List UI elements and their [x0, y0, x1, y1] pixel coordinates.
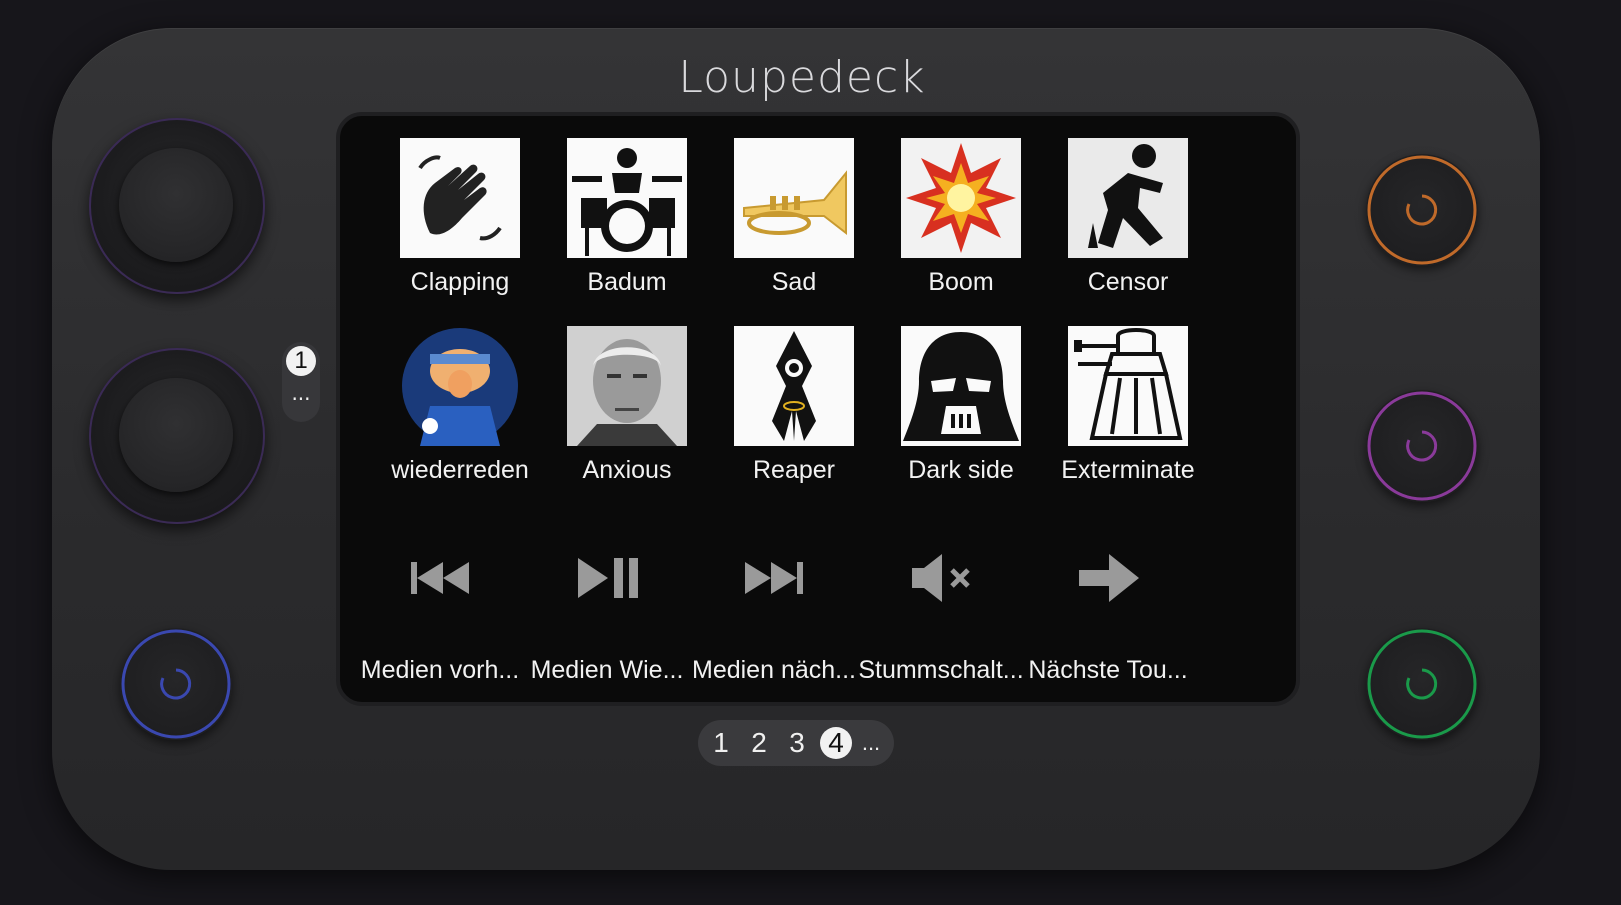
- tile-label: Clapping: [410, 268, 510, 296]
- page-4-button[interactable]: 4: [820, 727, 852, 759]
- control-label: Medien vorh...: [360, 656, 520, 684]
- portrait-photo-icon: [567, 326, 687, 446]
- mute-icon: [856, 548, 1026, 608]
- tile-exterminate[interactable]: Exterminate: [1048, 326, 1208, 485]
- explosion-icon: [901, 138, 1021, 258]
- control-label: Stummschalt...: [858, 656, 1024, 684]
- darth-vader-icon: [901, 326, 1021, 446]
- control-label: Nächste Tou...: [1028, 656, 1188, 684]
- touch-screen: Clapping Badum Sad Boom Censor wiederred…: [336, 112, 1300, 706]
- left-knob-middle[interactable]: [89, 348, 265, 524]
- reaper-ship-icon: [734, 326, 854, 446]
- tile-wiederreden[interactable]: wiederreden: [380, 326, 540, 485]
- tile-label: Anxious: [582, 456, 672, 484]
- tile-label: Reaper: [753, 456, 835, 484]
- tile-clapping[interactable]: Clapping: [380, 138, 540, 297]
- knob-cap: [119, 378, 233, 492]
- tile-badum[interactable]: Badum: [547, 138, 707, 297]
- trumpet-icon: [734, 138, 854, 258]
- right-round-button-top[interactable]: [1366, 154, 1478, 266]
- tile-censor[interactable]: Censor: [1048, 138, 1208, 297]
- button-ring-icon: [1367, 629, 1477, 739]
- button-ring-icon: [1367, 391, 1477, 501]
- next-track-icon: [689, 548, 859, 608]
- tile-sad[interactable]: Sad: [714, 138, 874, 297]
- tile-boom[interactable]: Boom: [881, 138, 1041, 297]
- left-round-button[interactable]: [120, 628, 232, 740]
- tile-reaper[interactable]: Reaper: [714, 326, 874, 485]
- previous-track-icon: [355, 548, 525, 608]
- side-page-number: 1: [286, 346, 316, 376]
- play-pause-icon: [522, 548, 692, 608]
- button-ring-icon: [1367, 155, 1477, 265]
- page-3-button[interactable]: 3: [786, 726, 808, 760]
- tile-label: Censor: [1087, 268, 1169, 296]
- control-next-touch[interactable]: Nächste Tou...: [1023, 548, 1193, 685]
- control-label: Medien näch...: [692, 656, 856, 684]
- side-page-more: ...: [291, 381, 311, 405]
- right-round-button-bottom[interactable]: [1366, 628, 1478, 740]
- knob-cap: [119, 148, 233, 262]
- censor-figure-icon: [1068, 138, 1188, 258]
- left-knob-top[interactable]: [89, 118, 265, 294]
- side-page-indicator[interactable]: 1 ...: [282, 342, 320, 422]
- control-label: Medien Wie...: [530, 656, 684, 684]
- tile-label: Badum: [587, 268, 667, 296]
- page-2-button[interactable]: 2: [748, 726, 770, 760]
- dalek-icon: [1068, 326, 1188, 446]
- tile-label: Exterminate: [1061, 456, 1195, 484]
- tile-label: Sad: [771, 268, 817, 296]
- tile-label: Boom: [928, 268, 994, 296]
- control-mute[interactable]: Stummschalt...: [856, 548, 1026, 685]
- tile-dark-side[interactable]: Dark side: [881, 326, 1041, 485]
- control-next[interactable]: Medien näch...: [689, 548, 859, 685]
- control-play-pause[interactable]: Medien Wie...: [522, 548, 692, 685]
- clapping-hands-icon: [400, 138, 520, 258]
- page-selector: 1 2 3 4 ...: [698, 720, 894, 766]
- tile-label: Dark side: [908, 456, 1014, 484]
- arrow-right-icon: [1023, 548, 1193, 608]
- control-previous[interactable]: Medien vorh...: [355, 548, 525, 685]
- cartoon-avatar-icon: [400, 326, 520, 446]
- page-1-button[interactable]: 1: [710, 726, 732, 760]
- tile-label: wiederreden: [391, 456, 529, 484]
- tile-anxious[interactable]: Anxious: [547, 326, 707, 485]
- brand-logo: Loupedeck: [678, 52, 926, 103]
- drummer-icon: [567, 138, 687, 258]
- pager-more-button[interactable]: ...: [858, 726, 884, 760]
- button-ring-icon: [121, 629, 231, 739]
- right-round-button-middle[interactable]: [1366, 390, 1478, 502]
